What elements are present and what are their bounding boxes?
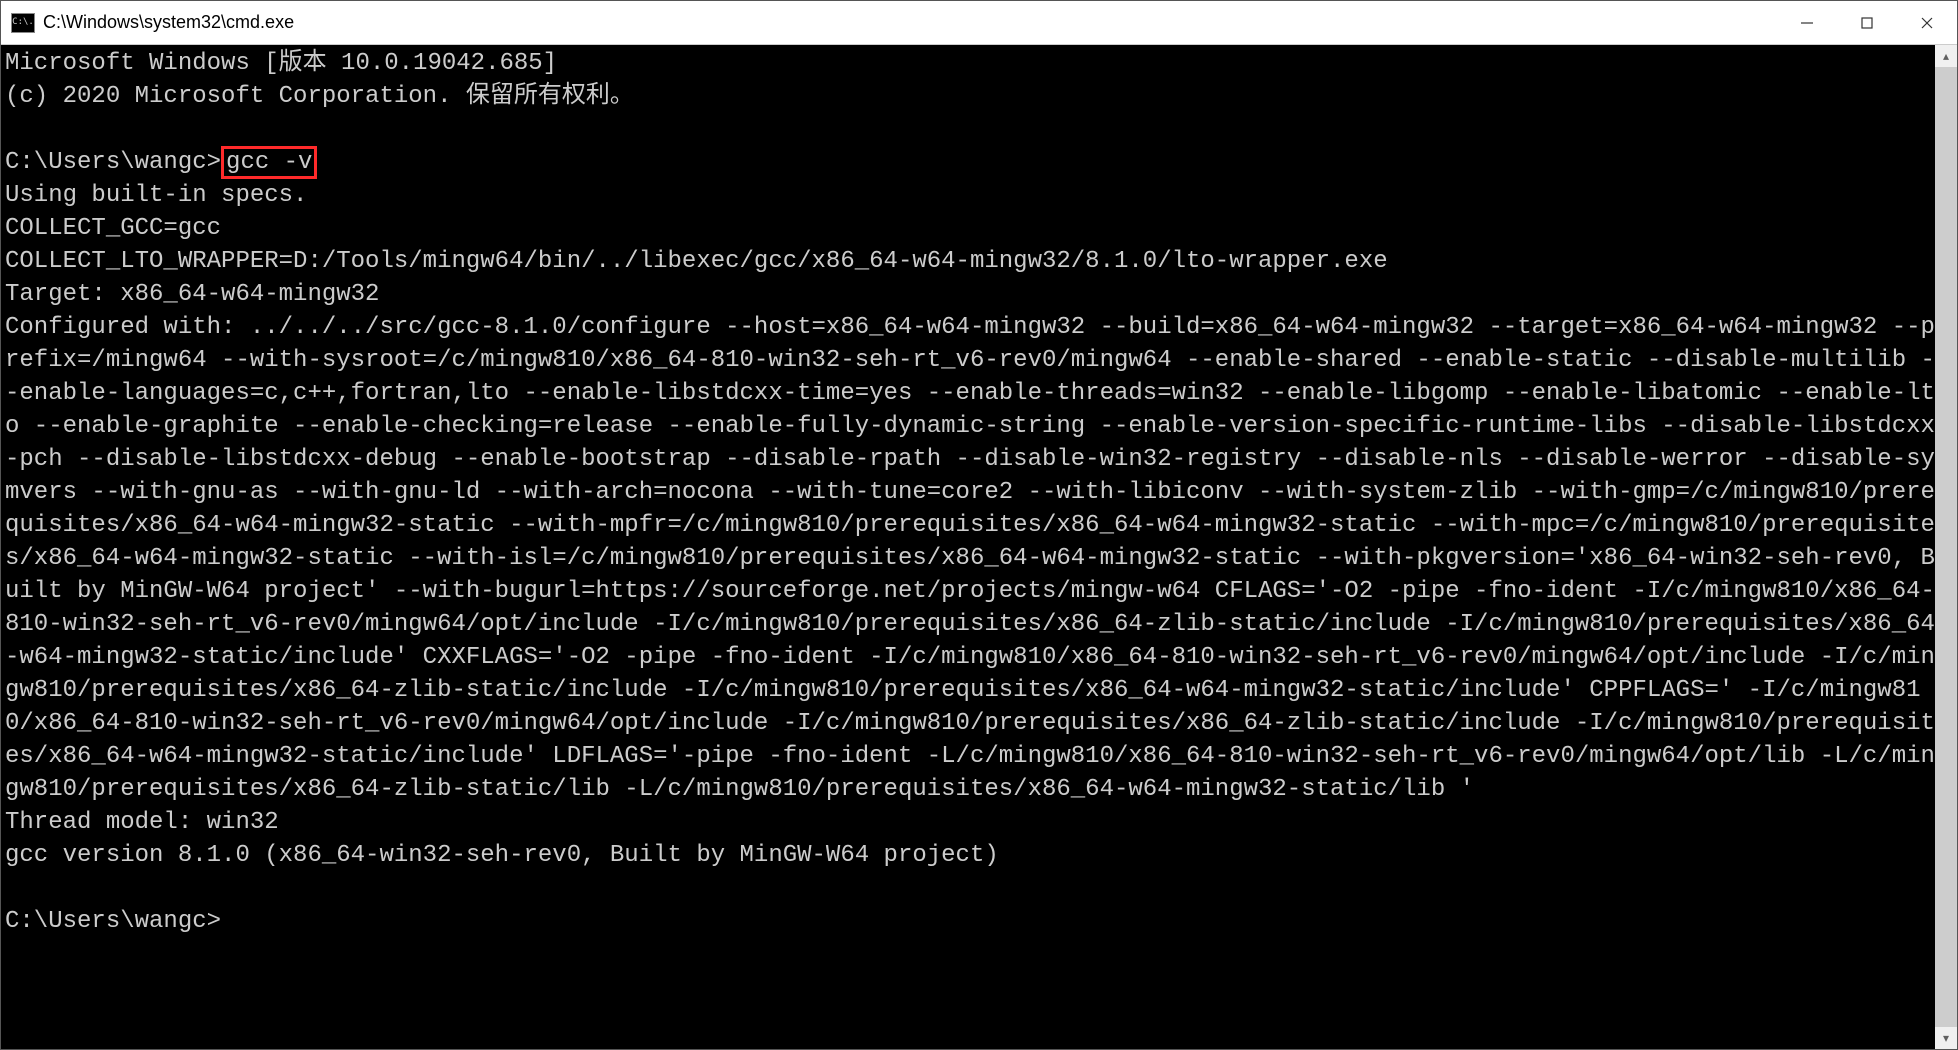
close-icon: [1920, 16, 1934, 30]
prompt-1-prefix: C:\Users\wangc>: [5, 149, 221, 176]
vertical-scrollbar[interactable]: ▴ ▾: [1935, 45, 1957, 1049]
minimize-button[interactable]: [1777, 1, 1837, 44]
scroll-thumb[interactable]: [1935, 67, 1957, 1027]
highlighted-command: gcc -v: [221, 146, 317, 179]
titlebar[interactable]: C:\. C:\Windows\system32\cmd.exe: [1, 1, 1957, 45]
scroll-up-arrow-icon[interactable]: ▴: [1935, 45, 1957, 67]
window-title: C:\Windows\system32\cmd.exe: [43, 12, 294, 33]
maximize-icon: [1860, 16, 1874, 30]
terminal-area: Microsoft Windows [版本 10.0.19042.685] (c…: [1, 45, 1957, 1049]
terminal-output[interactable]: Microsoft Windows [版本 10.0.19042.685] (c…: [1, 45, 1935, 1049]
header-line-2: (c) 2020 Microsoft Corporation. 保留所有权利。: [5, 83, 634, 110]
prompt-2: C:\Users\wangc>: [5, 908, 221, 935]
close-button[interactable]: [1897, 1, 1957, 44]
cmd-window: C:\. C:\Windows\system32\cmd.exe Microso…: [0, 0, 1958, 1050]
scroll-down-arrow-icon[interactable]: ▾: [1935, 1027, 1957, 1049]
gcc-output-block: Using built-in specs. COLLECT_GCC=gcc CO…: [5, 182, 1935, 869]
cmd-app-icon-text: C:\.: [12, 18, 34, 27]
maximize-button[interactable]: [1837, 1, 1897, 44]
cmd-app-icon: C:\.: [11, 13, 35, 33]
window-controls: [1777, 1, 1957, 44]
scroll-track[interactable]: [1935, 67, 1957, 1027]
minimize-icon: [1800, 16, 1814, 30]
header-line-1: Microsoft Windows [版本 10.0.19042.685]: [5, 50, 557, 77]
